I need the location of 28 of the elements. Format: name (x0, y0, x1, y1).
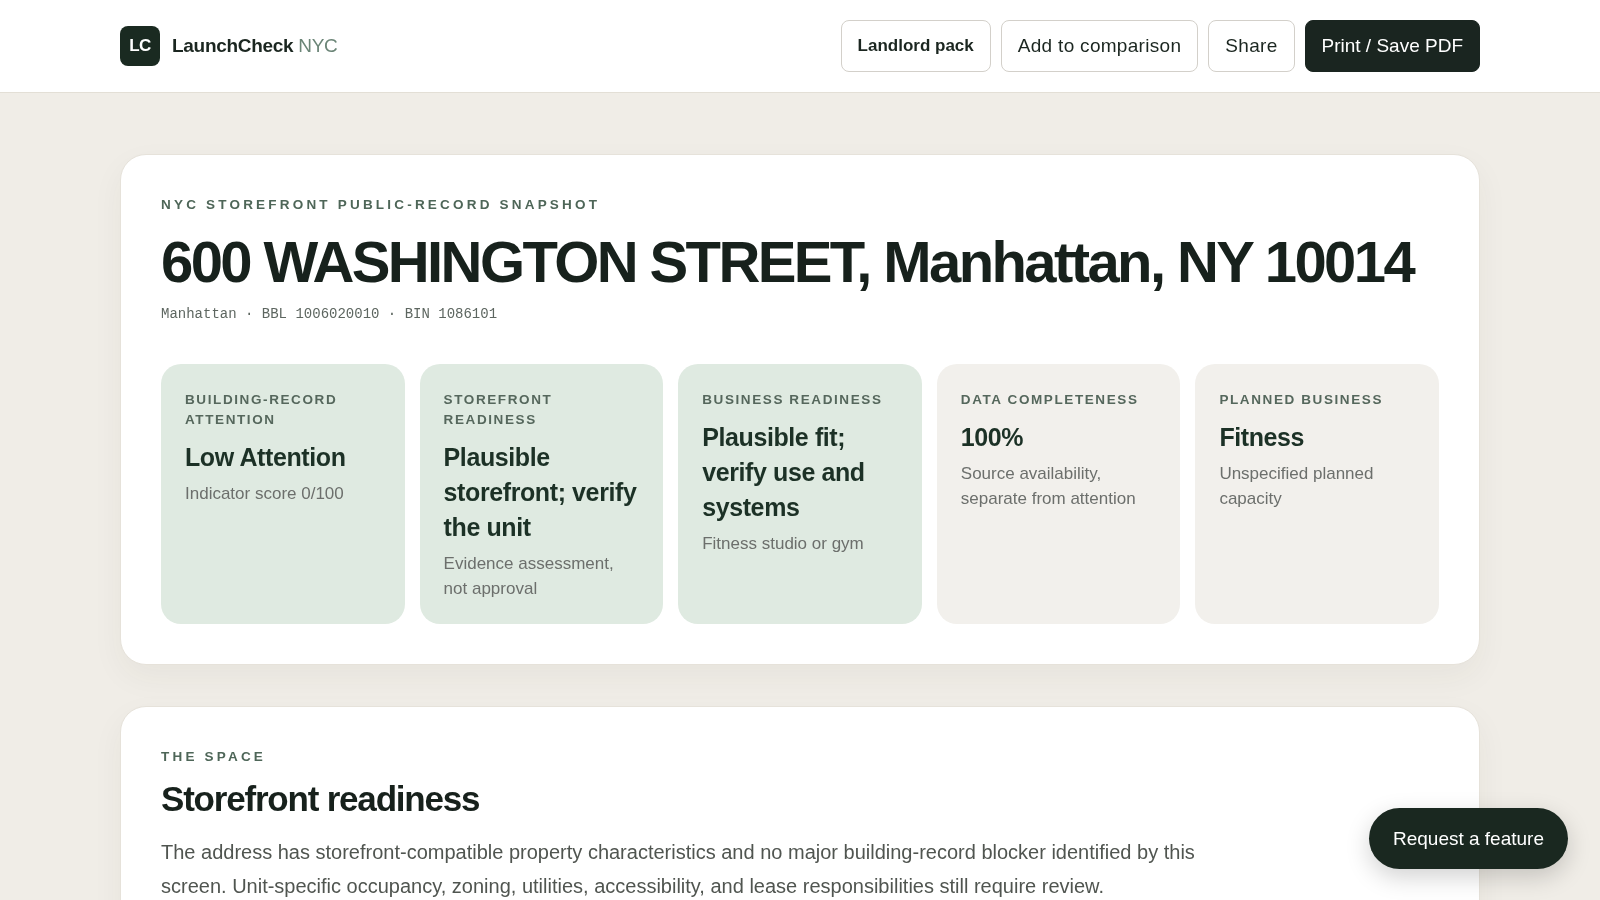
landlord-pack-button[interactable]: Landlord pack (840, 20, 991, 72)
metric-note: Fitness studio or gym (702, 533, 865, 555)
metric-value: 100% (960, 422, 1025, 453)
metric-value: Fitness (1219, 422, 1306, 453)
address-title: 600 WASHINGTON STREET, Manhattan, NY 10014 (161, 228, 1414, 296)
section-description: The address has storefront-compatible property characteristics and no major building-record blocker identified by this screen. Unit-specific occupancy, zoning, utilities, accessibility, and lease responsibilities still require review. (161, 840, 1196, 899)
metric-label: DATA COMPLETENESS (960, 391, 1140, 409)
request-feature-button[interactable]: Request a feature (1368, 808, 1568, 869)
logo-mark[interactable]: LC (120, 26, 160, 66)
metric-label: BUILDING-RECORD ATTENTION (185, 391, 339, 429)
metric-label: BUSINESS READINESS (702, 391, 884, 409)
section-title: Storefront readiness (161, 778, 481, 820)
metric-note: Source availability, separate from attention (960, 463, 1137, 510)
metric-note: Indicator score 0/100 (185, 483, 345, 505)
action-button[interactable]: Share (1208, 20, 1295, 72)
action-button[interactable]: Add to comparison (1000, 20, 1199, 72)
metric-label: STOREFRONT READINESS (443, 391, 554, 429)
print-button[interactable]: Print / Save PDF (1304, 20, 1480, 72)
section-eyebrow: THE SPACE (161, 749, 268, 764)
metric-label: PLANNED BUSINESS (1219, 391, 1384, 409)
section-eyebrow: NYC STOREFRONT PUBLIC-RECORD SNAPSHOT (161, 197, 602, 212)
metric-note: Unspecified planned capacity (1219, 463, 1375, 510)
brand-name[interactable]: LaunchCheck NYC (172, 35, 338, 57)
metric-value: Plausible storefront; verify the unit (443, 442, 638, 543)
metric-note: Evidence assessment, not approval (443, 553, 615, 600)
property-identifiers: Manhattan · BBL 1006020010 · BIN 1086101 (161, 306, 499, 322)
metric-value: Low Attention (185, 442, 347, 473)
metric-value: Plausible fit; verify use and systems (702, 422, 866, 523)
